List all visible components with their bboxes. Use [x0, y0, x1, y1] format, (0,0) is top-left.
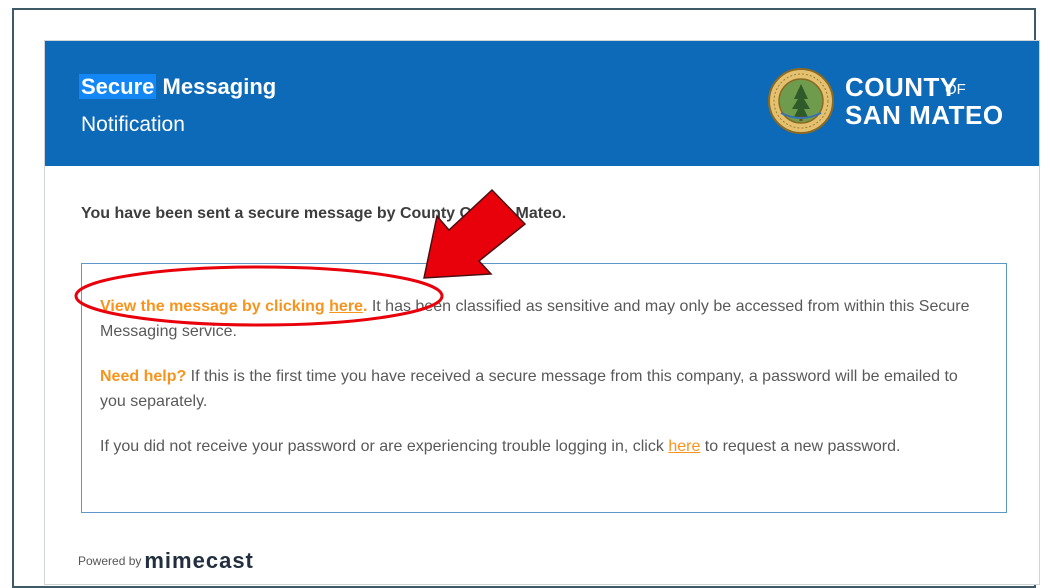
email-header: Secure Messaging Notification COUNTY OF …	[45, 41, 1039, 166]
county-seal-icon	[768, 68, 834, 134]
need-help-lead: Need help?	[100, 368, 187, 385]
powered-by-text: Powered by	[78, 554, 142, 568]
logo-of-text: OF	[945, 81, 966, 98]
intro-text: You have been sent a secure message by C…	[81, 205, 567, 222]
password-help-before: If you did not receive your password or …	[100, 438, 669, 455]
password-help-paragraph: If you did not receive your password or …	[100, 434, 984, 459]
view-message-lead: View the message by clicking	[100, 298, 330, 315]
header-title: Secure Messaging	[79, 72, 277, 102]
view-message-paragraph: View the message by clicking here. It ha…	[100, 294, 984, 344]
logo-county-text: COUNTY	[845, 72, 958, 102]
request-password-link[interactable]: here	[668, 438, 700, 455]
powered-by: Powered by mimecast	[78, 548, 254, 574]
header-title-rest: Messaging	[162, 74, 277, 99]
message-info-box: View the message by clicking here. It ha…	[81, 263, 1007, 513]
email-message: Secure Messaging Notification COUNTY OF …	[44, 40, 1040, 585]
header-title-highlight: Secure	[79, 74, 157, 99]
screenshot-frame: Secure Messaging Notification COUNTY OF …	[12, 8, 1040, 588]
need-help-rest: If this is the first time you have recei…	[100, 368, 958, 410]
header-subtitle: Notification	[81, 113, 185, 136]
need-help-paragraph: Need help? If this is the first time you…	[100, 364, 984, 414]
logo-place-text: SAN MATEO	[845, 100, 1004, 130]
password-help-after: to request a new password.	[700, 438, 901, 455]
mimecast-logo: mimecast	[144, 548, 254, 573]
view-message-link[interactable]: here	[329, 298, 363, 315]
county-logo: COUNTY OF SAN MATEO	[767, 67, 1007, 137]
